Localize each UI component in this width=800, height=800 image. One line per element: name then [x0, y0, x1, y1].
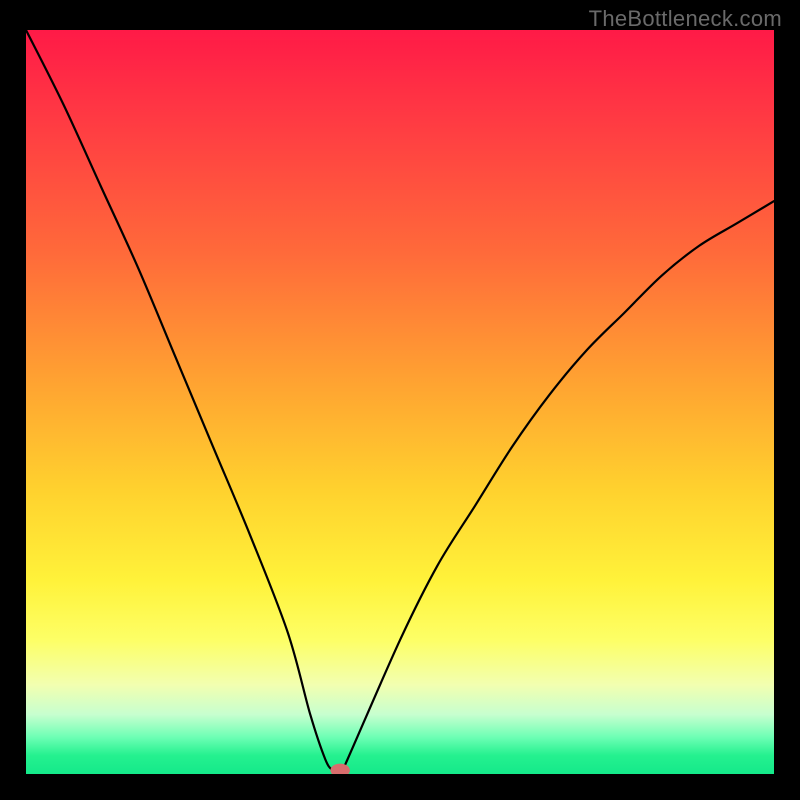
curve-layer — [26, 30, 774, 774]
watermark-text: TheBottleneck.com — [589, 6, 782, 32]
bottleneck-curve — [26, 30, 774, 774]
plot-area — [26, 30, 774, 774]
minimum-marker — [330, 764, 349, 774]
chart-frame: TheBottleneck.com — [0, 0, 800, 800]
